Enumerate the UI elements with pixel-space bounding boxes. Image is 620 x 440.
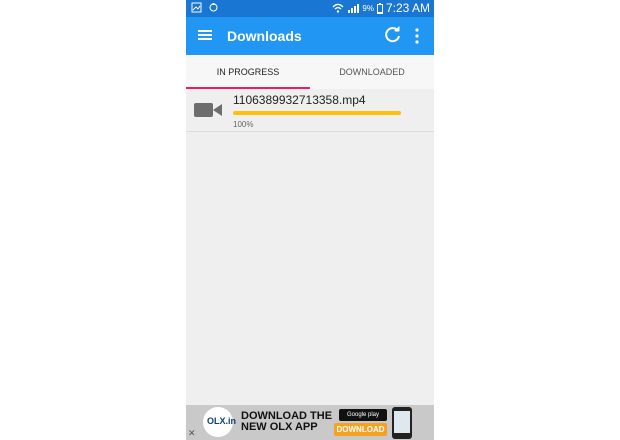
status-right: 9% 7:23 AM bbox=[332, 1, 430, 15]
ad-phone-screen bbox=[394, 411, 410, 433]
sync-notification-icon bbox=[209, 3, 218, 12]
wifi-icon bbox=[332, 3, 344, 13]
hamburger-menu-icon[interactable] bbox=[198, 28, 212, 42]
olx-logo-text: OLX.in bbox=[207, 416, 236, 426]
phone-screen: 9% 7:23 AM Downloads IN PROGRESS DOWNLOA… bbox=[186, 0, 434, 440]
ad-close-icon[interactable]: ✕ bbox=[188, 428, 196, 439]
download-progress-label: 100% bbox=[233, 120, 254, 129]
ad-download-button[interactable]: DOWNLOAD bbox=[334, 423, 387, 436]
download-progress-fill bbox=[233, 111, 401, 115]
download-progress-bar bbox=[233, 111, 401, 115]
ad-headline-line2: NEW OLX APP bbox=[241, 421, 318, 433]
tab-in-progress[interactable]: IN PROGRESS bbox=[186, 55, 310, 89]
battery-percent: 9% bbox=[362, 3, 374, 13]
download-item[interactable]: 1106389932713358.mp4 100% bbox=[186, 89, 434, 132]
ad-headline: DOWNLOAD THE NEW OLX APP bbox=[241, 411, 332, 433]
app-bar: Downloads bbox=[186, 17, 434, 55]
tab-downloaded[interactable]: DOWNLOADED bbox=[310, 55, 434, 89]
status-bar: 9% 7:23 AM bbox=[186, 0, 434, 17]
status-time: 7:23 AM bbox=[385, 1, 430, 15]
video-camera-icon bbox=[194, 103, 222, 117]
refresh-icon[interactable] bbox=[384, 26, 402, 44]
status-left-icons bbox=[191, 2, 219, 13]
battery-icon bbox=[376, 2, 383, 14]
tab-bar: IN PROGRESS DOWNLOADED bbox=[186, 55, 434, 89]
ad-banner[interactable]: ✕ OLX.in DOWNLOAD THE NEW OLX APP Google… bbox=[186, 405, 434, 440]
more-options-icon[interactable] bbox=[413, 27, 421, 45]
google-play-badge[interactable]: Google play bbox=[339, 409, 387, 421]
gallery-notification-icon bbox=[191, 2, 202, 13]
page-title: Downloads bbox=[227, 28, 302, 44]
download-filename: 1106389932713358.mp4 bbox=[233, 93, 366, 107]
signal-icon bbox=[348, 4, 360, 13]
